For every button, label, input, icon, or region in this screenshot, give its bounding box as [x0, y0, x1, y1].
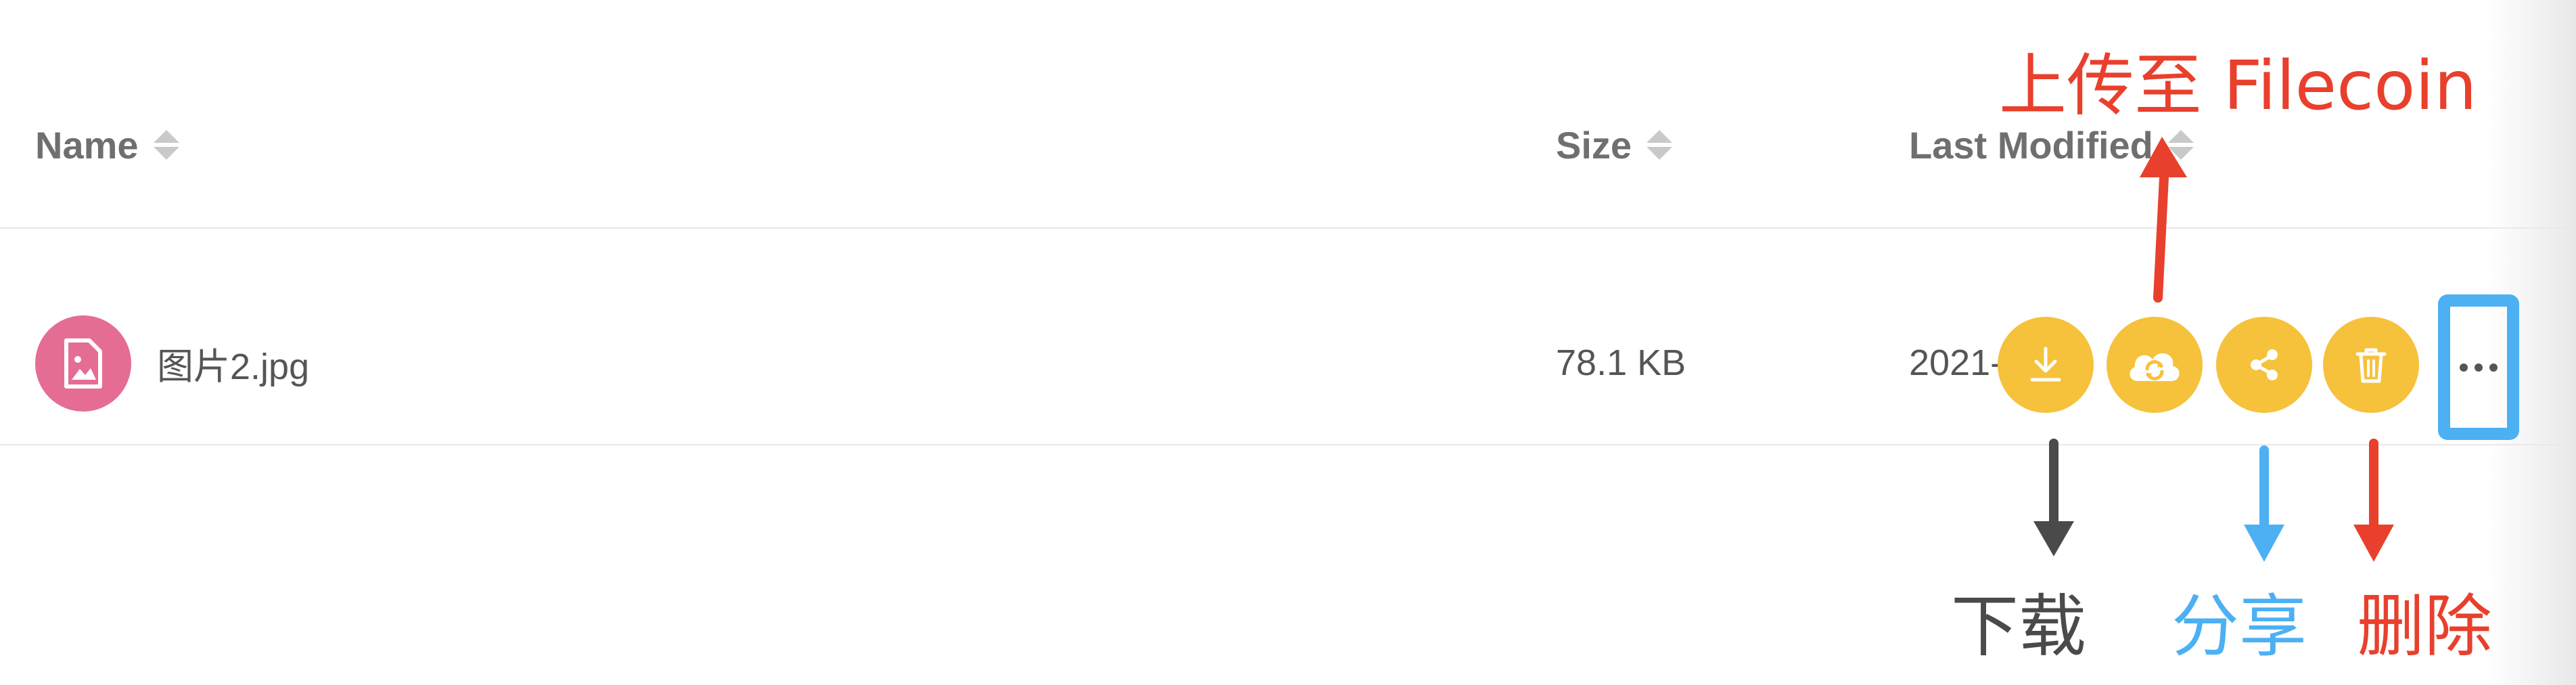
share-annotation: 分享: [2171, 587, 2307, 666]
upload-filecoin-annotation: 上传至 Filecoin: [1999, 46, 2477, 125]
file-list-screen: Name Size Last Modified 图片2.jpg 78.1 KB …: [0, 0, 2576, 685]
download-annotation: 下载: [1951, 587, 2086, 666]
delete-annotation: 删除: [2357, 587, 2492, 666]
upload-arrow: [2140, 137, 2187, 303]
share-arrow: [2244, 445, 2284, 562]
download-arrow: [2033, 439, 2074, 556]
delete-arrow: [2353, 439, 2394, 562]
